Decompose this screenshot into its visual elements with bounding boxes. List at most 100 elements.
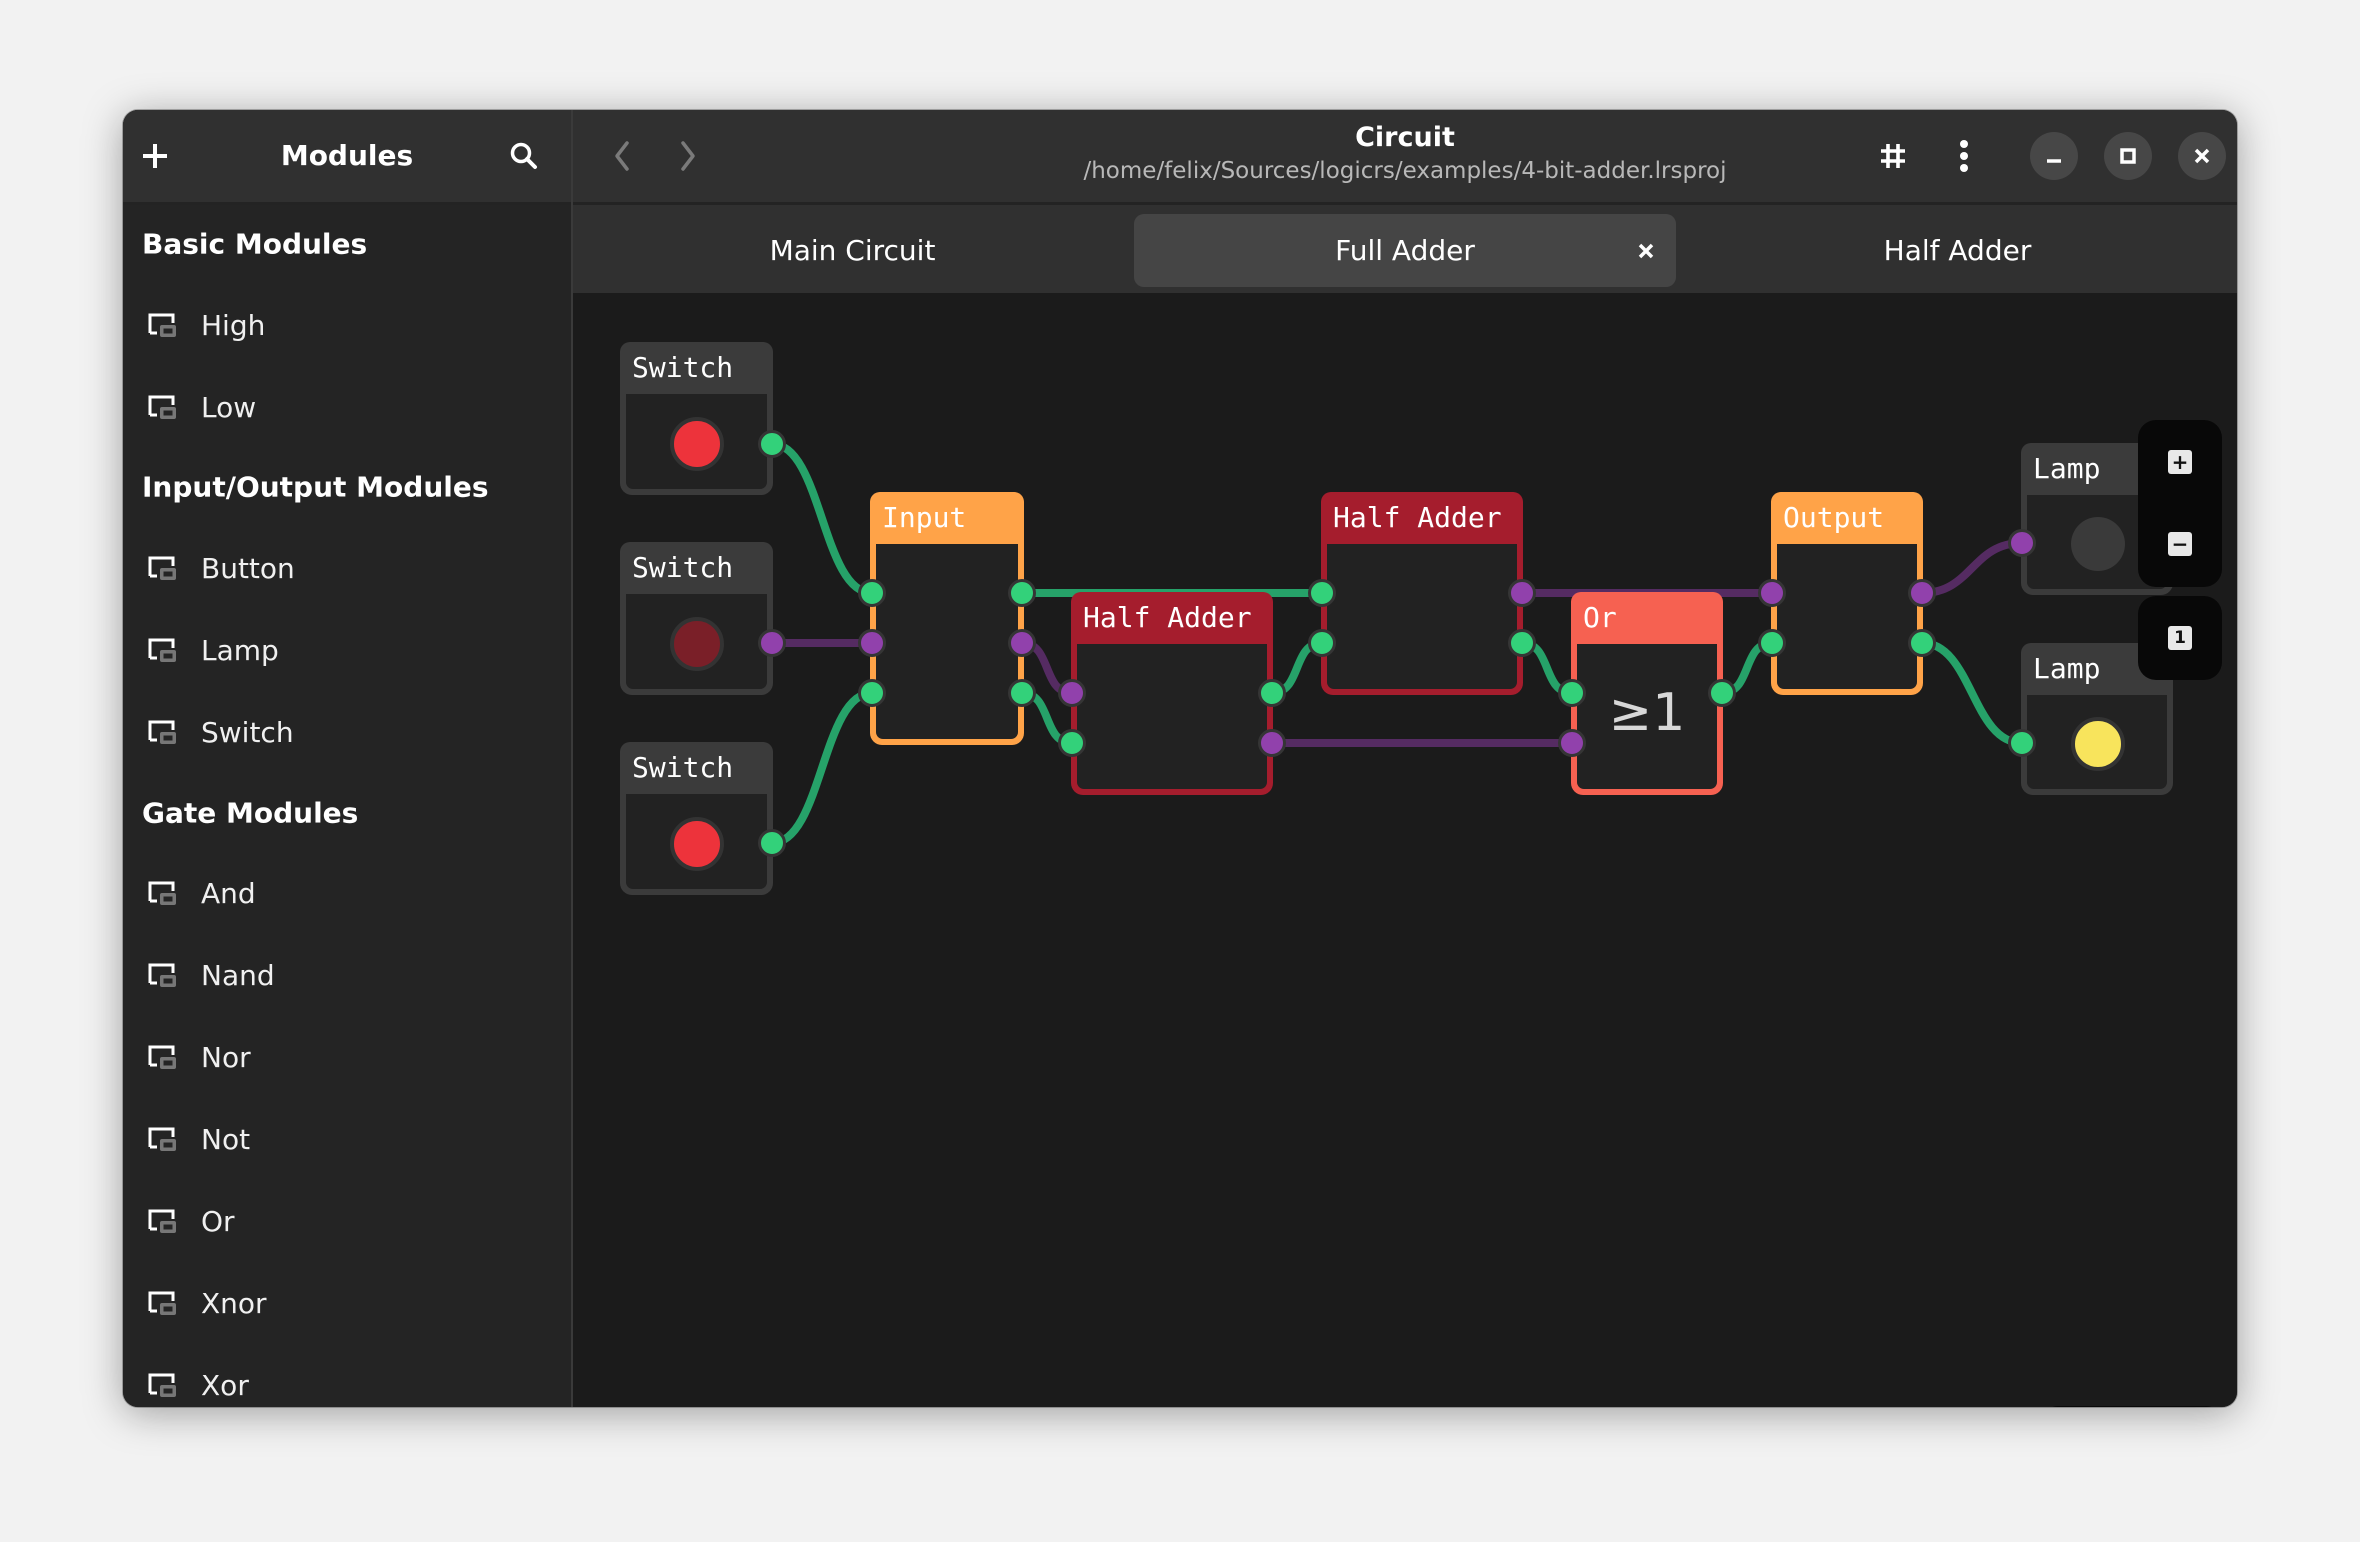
add-module-button[interactable] — [131, 132, 179, 180]
module-icon — [148, 1045, 176, 1069]
node-input[interactable]: Input — [870, 492, 1024, 745]
sidebar-item-and[interactable]: And — [131, 858, 563, 928]
port-sw1-out[interactable] — [758, 430, 786, 458]
port-ha2-out1[interactable] — [1508, 629, 1536, 657]
chevron-right-icon — [681, 141, 695, 171]
port-output-out1[interactable] — [1908, 629, 1936, 657]
section-title: Input/Output Modules — [142, 470, 489, 504]
port-or-in0[interactable] — [1558, 679, 1586, 707]
circuit-canvas[interactable]: Switch Switch Switch Input Half Adder Half Ad… — [573, 293, 2237, 1407]
switch-toggle[interactable] — [670, 417, 724, 471]
port-lamp1-in[interactable] — [2008, 529, 2036, 557]
sidebar-item-label: Lamp — [201, 633, 279, 667]
module-icon — [148, 313, 176, 337]
node-ha1[interactable]: Half Adder — [1071, 592, 1273, 795]
section-title: Gate Modules — [142, 796, 359, 830]
zoom-out-button[interactable]: − — [2168, 532, 2192, 556]
wire-sw3-out-to-input-in2[interactable] — [771, 689, 873, 847]
switch-toggle[interactable] — [670, 617, 724, 671]
port-input-in1[interactable] — [858, 629, 886, 657]
wire-sw1-out-to-input-in0[interactable] — [771, 440, 873, 597]
chevron-left-icon — [615, 141, 629, 171]
back-button[interactable] — [598, 132, 646, 180]
sidebar-item-nor[interactable]: Nor — [131, 1022, 563, 1092]
node-body — [1327, 544, 1517, 689]
port-lamp2-in[interactable] — [2008, 729, 2036, 757]
node-or[interactable]: Or ≥1 — [1571, 592, 1723, 795]
port-or-in1[interactable] — [1558, 729, 1586, 757]
port-sw3-out[interactable] — [758, 829, 786, 857]
main-menu-button[interactable] — [1940, 132, 1988, 180]
wire-layer — [771, 440, 2023, 847]
close-icon — [1638, 243, 1654, 258]
port-input-out0[interactable] — [1008, 579, 1036, 607]
port-input-in2[interactable] — [858, 679, 886, 707]
port-input-in0[interactable] — [858, 579, 886, 607]
node-title: Or — [1571, 592, 1723, 644]
node-title: Output — [1771, 492, 1923, 544]
maximize-icon — [2120, 148, 2136, 164]
app-window: Modules Basic Modules High Low Input/Output… — [123, 110, 2237, 1407]
tab-label: Half Adder — [1883, 234, 2032, 267]
port-ha2-in0[interactable] — [1308, 579, 1336, 607]
node-sw1[interactable]: Switch — [620, 342, 773, 495]
sidebar-item-high[interactable]: High — [131, 290, 563, 360]
zoom-in-button[interactable]: + — [2168, 450, 2192, 474]
port-ha2-in1[interactable] — [1308, 629, 1336, 657]
minimap[interactable] — [2042, 1406, 2222, 1407]
node-sw2[interactable]: Switch — [620, 542, 773, 695]
node-sw3[interactable]: Switch — [620, 742, 773, 895]
module-icon — [148, 720, 176, 744]
sidebar-item-label: Nand — [201, 958, 275, 992]
wire-output-out1-to-lamp2-in[interactable] — [1921, 639, 2023, 747]
sidebar-item-low[interactable]: Low — [131, 372, 563, 442]
sidebar-item-xnor[interactable]: Xnor — [131, 1268, 563, 1338]
node-body — [876, 544, 1018, 739]
sidebar-item-label: Low — [201, 390, 257, 424]
tab-half-adder[interactable]: Half Adder — [1686, 214, 2229, 287]
module-icon — [148, 395, 176, 419]
sidebar-item-label: Button — [201, 551, 295, 585]
minimize-button[interactable] — [2030, 132, 2078, 180]
header-bar: Circuit /home/felix/Sources/logicrs/exam… — [573, 110, 2237, 205]
node-output[interactable]: Output — [1771, 492, 1923, 695]
port-output-out0[interactable] — [1908, 579, 1936, 607]
maximize-button[interactable] — [2104, 132, 2152, 180]
port-ha1-in0[interactable] — [1058, 679, 1086, 707]
port-ha1-in1[interactable] — [1058, 729, 1086, 757]
port-or-out[interactable] — [1708, 679, 1736, 707]
close-tab-button[interactable] — [1634, 239, 1658, 263]
node-title: Switch — [620, 542, 773, 594]
sidebar-item-lamp[interactable]: Lamp — [131, 615, 563, 685]
wire-output-out0-to-lamp1-in[interactable] — [1921, 539, 2023, 597]
sidebar-item-xor[interactable]: Xor — [131, 1350, 563, 1407]
section-title: Basic Modules — [142, 227, 368, 261]
node-body — [1777, 544, 1917, 689]
sidebar-item-label: Xnor — [201, 1286, 267, 1320]
port-input-out2[interactable] — [1008, 679, 1036, 707]
zoom-reset-button[interactable]: 1 — [2168, 626, 2192, 650]
sidebar-item-switch[interactable]: Switch — [131, 697, 563, 767]
port-input-out1[interactable] — [1008, 629, 1036, 657]
tab-main-circuit[interactable]: Main Circuit — [581, 214, 1124, 287]
sidebar-item-or[interactable]: Or — [131, 1186, 563, 1256]
port-output-in1[interactable] — [1758, 629, 1786, 657]
port-ha2-out0[interactable] — [1508, 579, 1536, 607]
minimize-icon — [2047, 159, 2061, 163]
port-sw2-out[interactable] — [758, 629, 786, 657]
port-ha1-out1[interactable] — [1258, 729, 1286, 757]
sidebar-item-nand[interactable]: Nand — [131, 940, 563, 1010]
forward-button[interactable] — [664, 132, 712, 180]
port-ha1-out0[interactable] — [1258, 679, 1286, 707]
sidebar-item-button[interactable]: Button — [131, 533, 563, 603]
sidebar-item-label: High — [201, 308, 266, 342]
grid-toggle-button[interactable] — [1869, 132, 1917, 180]
sidebar-item-not[interactable]: Not — [131, 1104, 563, 1174]
close-window-button[interactable] — [2178, 132, 2226, 180]
switch-toggle[interactable] — [670, 817, 724, 871]
node-ha2[interactable]: Half Adder — [1321, 492, 1523, 695]
search-button[interactable] — [500, 132, 548, 180]
node-title: Switch — [620, 342, 773, 394]
port-output-in0[interactable] — [1758, 579, 1786, 607]
tab-full-adder[interactable]: Full Adder — [1134, 214, 1676, 287]
